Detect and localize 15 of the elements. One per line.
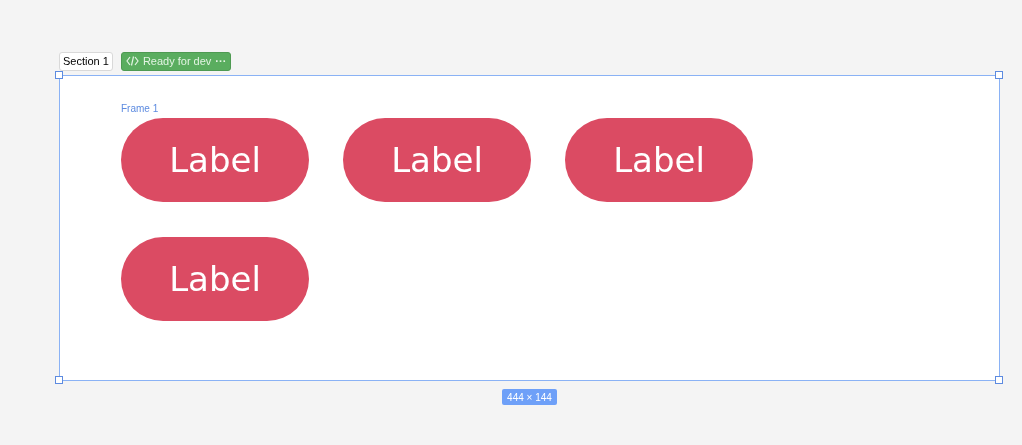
- label-button[interactable]: Label: [121, 237, 309, 321]
- more-menu[interactable]: ···: [215, 52, 227, 70]
- code-icon: [125, 56, 139, 66]
- dimensions-badge: 444 × 144: [502, 389, 557, 405]
- status-badge[interactable]: Ready for dev ···: [120, 51, 232, 71]
- resize-handle[interactable]: [55, 376, 63, 384]
- resize-handle[interactable]: [55, 71, 63, 79]
- label-button[interactable]: Label: [565, 118, 753, 202]
- section-title[interactable]: Section 1: [59, 51, 113, 71]
- resize-handle[interactable]: [995, 376, 1003, 384]
- label-button[interactable]: Label: [343, 118, 531, 202]
- status-text: Ready for dev: [142, 53, 212, 69]
- label-button[interactable]: Label: [121, 118, 309, 202]
- frame-title: Frame 1: [121, 102, 159, 116]
- resize-handle[interactable]: [995, 71, 1003, 79]
